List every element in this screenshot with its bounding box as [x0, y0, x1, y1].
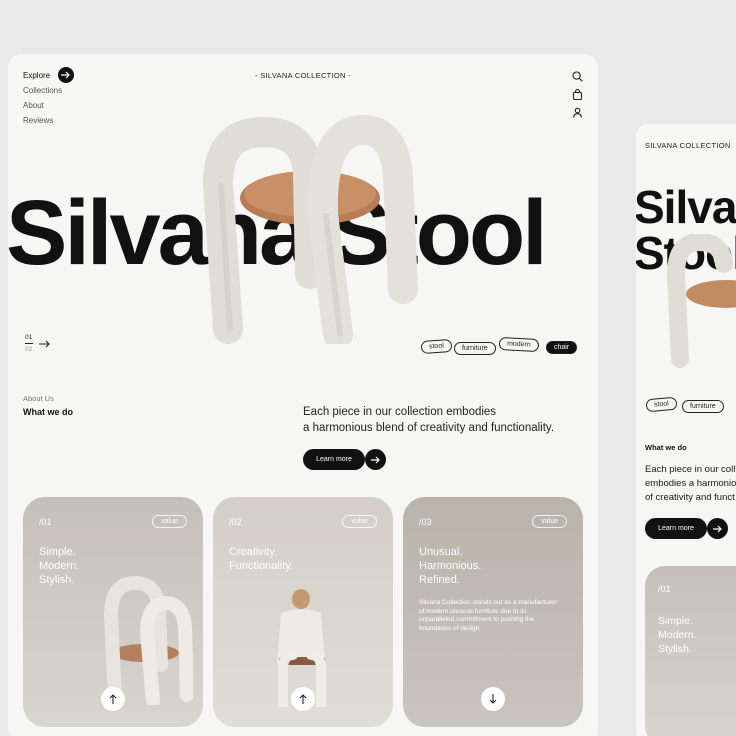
- mobile-paragraph: Each piece in our coll embodies a harmon…: [645, 463, 736, 505]
- card-title: Creativity. Functionality.: [229, 545, 293, 573]
- card-title-line-2: Harmonious.: [419, 560, 482, 572]
- mobile-page: SILVANA COLLECTION Silvana Stool stool f…: [636, 124, 736, 736]
- mobile-tag-furniture[interactable]: furniture: [682, 400, 724, 413]
- arrow-up-icon: [299, 694, 307, 704]
- learn-more-arrow-button[interactable]: [365, 449, 386, 470]
- card-value-pill[interactable]: value: [152, 515, 187, 528]
- mobile-paragraph-line-2: embodies a harmonio: [645, 478, 736, 489]
- nav-collections[interactable]: Collections: [23, 86, 62, 95]
- mobile-card-title-line-3: Stylish.: [658, 643, 692, 655]
- tag-stool[interactable]: stool: [420, 338, 453, 355]
- about-line-2: a harmonious blend of creativity and fun…: [303, 422, 555, 434]
- nav-reviews[interactable]: Reviews: [23, 116, 53, 125]
- card-title-line-2: Modern.: [39, 560, 80, 572]
- next-arrow-icon[interactable]: [39, 340, 51, 348]
- learn-more-button[interactable]: Learn more: [303, 449, 365, 470]
- mobile-stool-image: [666, 234, 736, 368]
- bag-icon[interactable]: [572, 89, 583, 100]
- card-title-line-3: Stylish.: [39, 574, 75, 586]
- pager-current: 01: [25, 334, 33, 341]
- card-title: Unusual. Harmonious. Refined.: [419, 545, 481, 587]
- mobile-card-title-line-2: Modern.: [658, 629, 697, 641]
- tag-chair[interactable]: chair: [546, 341, 578, 354]
- nav-about[interactable]: About: [23, 101, 44, 110]
- card-title-line-1: Simple.: [39, 546, 76, 558]
- pager-divider: [25, 343, 33, 344]
- tag-modern[interactable]: modern: [498, 336, 540, 353]
- arrow-up-icon: [109, 694, 117, 704]
- pager-total: 02: [25, 346, 33, 353]
- mobile-feature-card[interactable]: /01 Simple. Modern. Stylish.: [645, 566, 736, 736]
- feature-card-3[interactable]: /03 value Unusual. Harmonious. Refined. …: [403, 497, 583, 727]
- card-title-line-3: Refined.: [419, 574, 460, 586]
- desktop-page: Explore Collections About Reviews - SILV…: [8, 54, 598, 736]
- card-number: /01: [39, 517, 52, 527]
- arrow-right-icon: [712, 525, 722, 532]
- feature-card-1[interactable]: /01 value Simple. Modern. Stylish.: [23, 497, 203, 727]
- card-scroll-button[interactable]: [291, 687, 315, 711]
- card-title: Simple. Modern. Stylish.: [39, 545, 79, 587]
- mobile-brand: SILVANA COLLECTION: [645, 141, 731, 150]
- mobile-learn-more-arrow-button[interactable]: [707, 518, 728, 539]
- card-scroll-button[interactable]: [101, 687, 125, 711]
- card-scroll-button[interactable]: [481, 687, 505, 711]
- user-icon[interactable]: [572, 107, 583, 118]
- feature-card-2[interactable]: /02 value Creativity. Functionality.: [213, 497, 393, 727]
- arrow-right-icon: [370, 456, 380, 463]
- mobile-learn-more-button[interactable]: Learn more: [645, 518, 707, 539]
- mobile-card-number: /01: [658, 584, 671, 594]
- search-icon[interactable]: [572, 71, 583, 82]
- card-title-line-1: Creativity.: [229, 546, 278, 558]
- mobile-paragraph-line-3: of creativity and funct: [645, 492, 735, 503]
- tag-furniture[interactable]: furniture: [454, 342, 496, 355]
- card-title-line-2: Functionality.: [229, 560, 293, 572]
- card-value-pill[interactable]: value: [342, 515, 377, 528]
- mobile-heading: What we do: [645, 443, 687, 452]
- card-number: /02: [229, 517, 242, 527]
- chair-photo: [103, 575, 193, 705]
- card-number: /03: [419, 517, 432, 527]
- arrow-down-icon: [489, 694, 497, 704]
- mobile-card-title-line-1: Simple.: [658, 615, 694, 627]
- card-description: Silvana Collection stands out as a manuf…: [419, 599, 557, 632]
- card-value-pill[interactable]: value: [532, 515, 567, 528]
- stool-image: [202, 114, 418, 344]
- card-title-line-1: Unusual.: [419, 546, 463, 558]
- mobile-card-title: Simple. Modern. Stylish.: [658, 614, 697, 656]
- about-heading: What we do: [23, 407, 73, 417]
- mobile-tag-stool[interactable]: stool: [645, 396, 678, 413]
- brand-title: - SILVANA COLLECTION -: [255, 71, 351, 80]
- about-line-1: Each piece in our collection embodies: [303, 406, 497, 418]
- about-label: About Us: [23, 394, 54, 403]
- mobile-paragraph-line-1: Each piece in our coll: [645, 464, 736, 475]
